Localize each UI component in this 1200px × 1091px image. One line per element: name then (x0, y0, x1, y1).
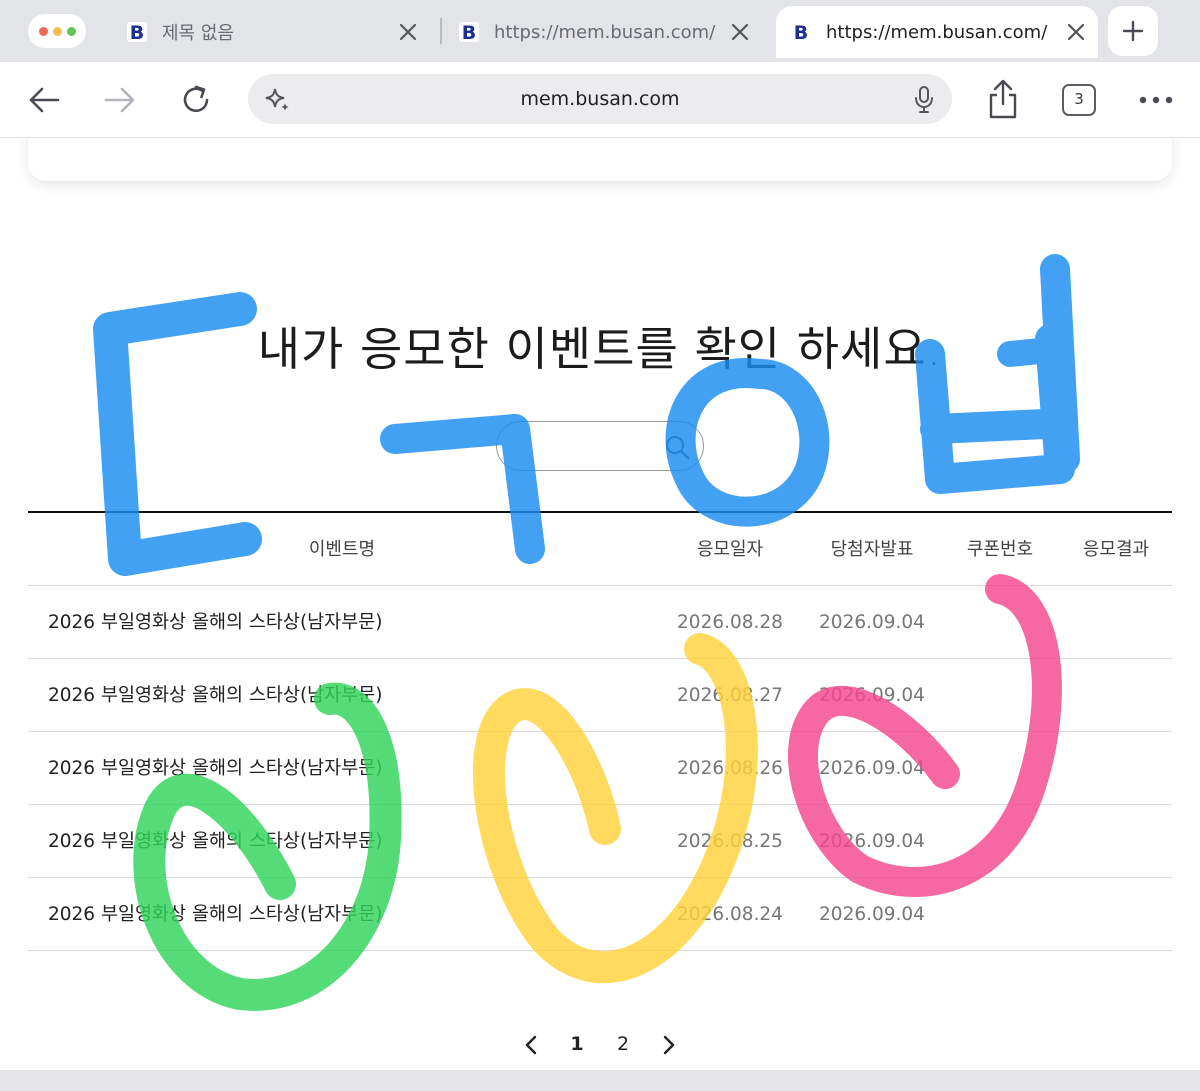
arrow-right-icon (104, 87, 135, 113)
page-2-button[interactable]: 2 (608, 1019, 638, 1069)
table-row[interactable]: 2026 부일영화상 올해의 스타상(남자부문) 2026.08.28 2026… (28, 586, 1172, 659)
event-name-cell[interactable]: 2026 부일영화상 올해의 스타상(남자부문) (48, 586, 382, 659)
announce-date-cell: 2026.09.04 (819, 612, 925, 633)
next-page-button[interactable] (654, 1019, 684, 1069)
zoom-window-dot[interactable] (66, 26, 76, 36)
chevron-right-icon (663, 1035, 675, 1055)
table-row[interactable]: 2026 부일영화상 올해의 스타상(남자부문) 2026.08.25 2026… (28, 805, 1172, 878)
pagination: 1 2 (0, 1019, 1200, 1069)
table-row[interactable]: 2026 부일영화상 올해의 스타상(남자부문) 2026.08.27 2026… (28, 659, 1172, 732)
search-icon[interactable] (663, 433, 691, 461)
window-bottom-edge (0, 1070, 1200, 1091)
header-coupon-number: 쿠폰번호 (966, 539, 1034, 560)
close-tab-icon[interactable] (1054, 6, 1098, 58)
applied-date-cell: 2026.08.25 (677, 831, 783, 852)
svg-text:B: B (462, 22, 476, 44)
tab-2[interactable]: B https://mem.busan.com/ (456, 6, 762, 58)
busan-favicon-icon: B (124, 19, 150, 45)
announce-date-cell: 2026.09.04 (819, 758, 925, 779)
event-table: 이벤트명 응모일자 당첨자발표 쿠폰번호 응모결과 2026 부일영화상 올해의… (28, 511, 1172, 951)
close-window-dot[interactable] (38, 26, 48, 36)
event-name-cell[interactable]: 2026 부일영화상 올해의 스타상(남자부문) (48, 878, 382, 951)
event-name-cell[interactable]: 2026 부일영화상 올해의 스타상(남자부문) (48, 659, 382, 732)
close-tab-icon[interactable] (718, 6, 762, 58)
address-bar[interactable]: mem.busan.com (248, 74, 952, 124)
busan-favicon-icon: B (456, 19, 482, 45)
header-announce-date: 당첨자발표 (830, 539, 914, 560)
svg-text:B: B (130, 22, 144, 44)
search-input[interactable] (496, 421, 704, 471)
close-tab-icon[interactable] (386, 6, 430, 58)
arrow-left-icon (29, 87, 60, 113)
browser-toolbar: mem.busan.com 3 (0, 62, 1200, 138)
back-button[interactable] (22, 80, 66, 120)
reload-button[interactable] (174, 78, 218, 122)
tab-title: https://mem.busan.com/ (826, 21, 1048, 43)
tab-title: https://mem.busan.com/ (494, 21, 716, 43)
chevron-left-icon (525, 1035, 537, 1055)
tab-overview-button[interactable]: 3 (1062, 84, 1096, 116)
busan-favicon-icon: B (788, 19, 814, 45)
web-page: 내가 응모한 이벤트를 확인 하세요. 이벤트명 응모일자 당첨자발표 쿠폰번호… (0, 139, 1200, 1091)
svg-text:B: B (794, 22, 808, 44)
prev-page-button[interactable] (516, 1019, 546, 1069)
plus-icon (1122, 20, 1144, 42)
minimize-window-dot[interactable] (52, 26, 62, 36)
window-controls[interactable] (28, 14, 86, 48)
event-name-cell[interactable]: 2026 부일영화상 올해의 스타상(남자부문) (48, 805, 382, 878)
share-icon (989, 79, 1017, 119)
header-event-name: 이벤트명 (308, 539, 376, 560)
tab-strip: B 제목 없음 B https://mem.busan.com/ B https… (0, 0, 1200, 62)
announce-date-cell: 2026.09.04 (819, 904, 925, 925)
new-tab-button[interactable] (1108, 6, 1158, 56)
share-button[interactable] (982, 76, 1024, 122)
event-name-cell[interactable]: 2026 부일영화상 올해의 스타상(남자부문) (48, 732, 382, 805)
applied-date-cell: 2026.08.27 (677, 685, 783, 706)
tab-3-active[interactable]: B https://mem.busan.com/ (776, 6, 1098, 58)
applied-date-cell: 2026.08.26 (677, 758, 783, 779)
reload-icon (183, 85, 209, 113)
table-header-row: 이벤트명 응모일자 당첨자발표 쿠폰번호 응모결과 (28, 513, 1172, 586)
applied-date-cell: 2026.08.28 (677, 612, 783, 633)
applied-date-cell: 2026.08.24 (677, 904, 783, 925)
forward-button[interactable] (98, 80, 142, 120)
page-heading: 내가 응모한 이벤트를 확인 하세요. (257, 322, 943, 376)
page-1-button[interactable]: 1 (562, 1019, 592, 1069)
tab-1[interactable]: B 제목 없음 (124, 6, 430, 58)
announce-date-cell: 2026.09.04 (819, 685, 925, 706)
table-row[interactable]: 2026 부일영화상 올해의 스타상(남자부문) 2026.08.26 2026… (28, 732, 1172, 805)
header-card (28, 139, 1172, 181)
url-text: mem.busan.com (520, 88, 680, 110)
announce-date-cell: 2026.09.04 (819, 831, 925, 852)
tab-separator (440, 18, 442, 44)
more-menu-button[interactable] (1134, 86, 1178, 114)
tab-title: 제목 없음 (162, 23, 234, 44)
header-result: 응모결과 (1082, 539, 1150, 560)
microphone-icon[interactable] (912, 85, 936, 115)
header-applied-date: 응모일자 (696, 539, 764, 560)
ellipsis-icon (1139, 96, 1173, 104)
table-row[interactable]: 2026 부일영화상 올해의 스타상(남자부문) 2026.08.24 2026… (28, 878, 1172, 951)
